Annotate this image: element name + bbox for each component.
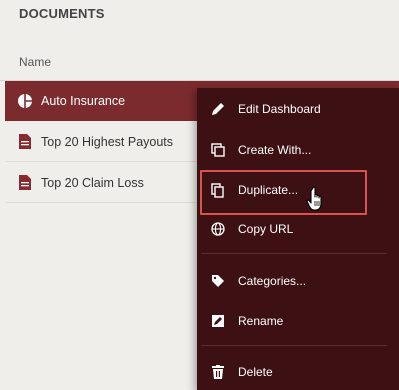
menu-item-label: Copy URL: [238, 222, 294, 236]
document-label: Auto Insurance: [41, 94, 126, 108]
duplicate-highlight-box: [200, 170, 367, 215]
documents-title: DOCUMENTS: [19, 6, 105, 21]
menu-item-label: Create With...: [238, 143, 312, 157]
menu-separator: [201, 345, 387, 346]
create-with-icon: [210, 142, 226, 158]
pie-chart-icon: [17, 93, 33, 109]
document-label: Top 20 Claim Loss: [41, 175, 144, 190]
menu-item-edit-dashboard[interactable]: Edit Dashboard: [197, 91, 399, 127]
hand-cursor-icon: [306, 186, 328, 212]
menu-item-label: Categories...: [238, 274, 307, 288]
document-label: Top 20 Highest Payouts: [41, 134, 174, 149]
pencil-icon: [210, 101, 226, 117]
document-icon: [17, 175, 33, 191]
menu-item-create-with[interactable]: Create With...: [197, 132, 399, 168]
menu-item-label: Rename: [238, 314, 284, 328]
menu-item-copy-url[interactable]: Copy URL: [197, 211, 399, 247]
tag-icon: [210, 273, 226, 289]
menu-item-categories[interactable]: Categories...: [197, 263, 399, 299]
menu-item-label: Delete: [238, 365, 273, 379]
globe-icon: [210, 221, 226, 237]
name-column-header[interactable]: Name: [19, 55, 51, 69]
trash-icon: [210, 364, 226, 380]
rename-icon: [210, 313, 226, 329]
document-icon: [17, 134, 33, 150]
menu-separator: [201, 253, 387, 254]
menu-item-delete[interactable]: Delete: [197, 354, 399, 390]
context-menu: Edit Dashboard Create With... Duplicate.…: [197, 88, 399, 390]
menu-item-rename[interactable]: Rename: [197, 303, 399, 339]
menu-item-label: Edit Dashboard: [238, 102, 321, 116]
